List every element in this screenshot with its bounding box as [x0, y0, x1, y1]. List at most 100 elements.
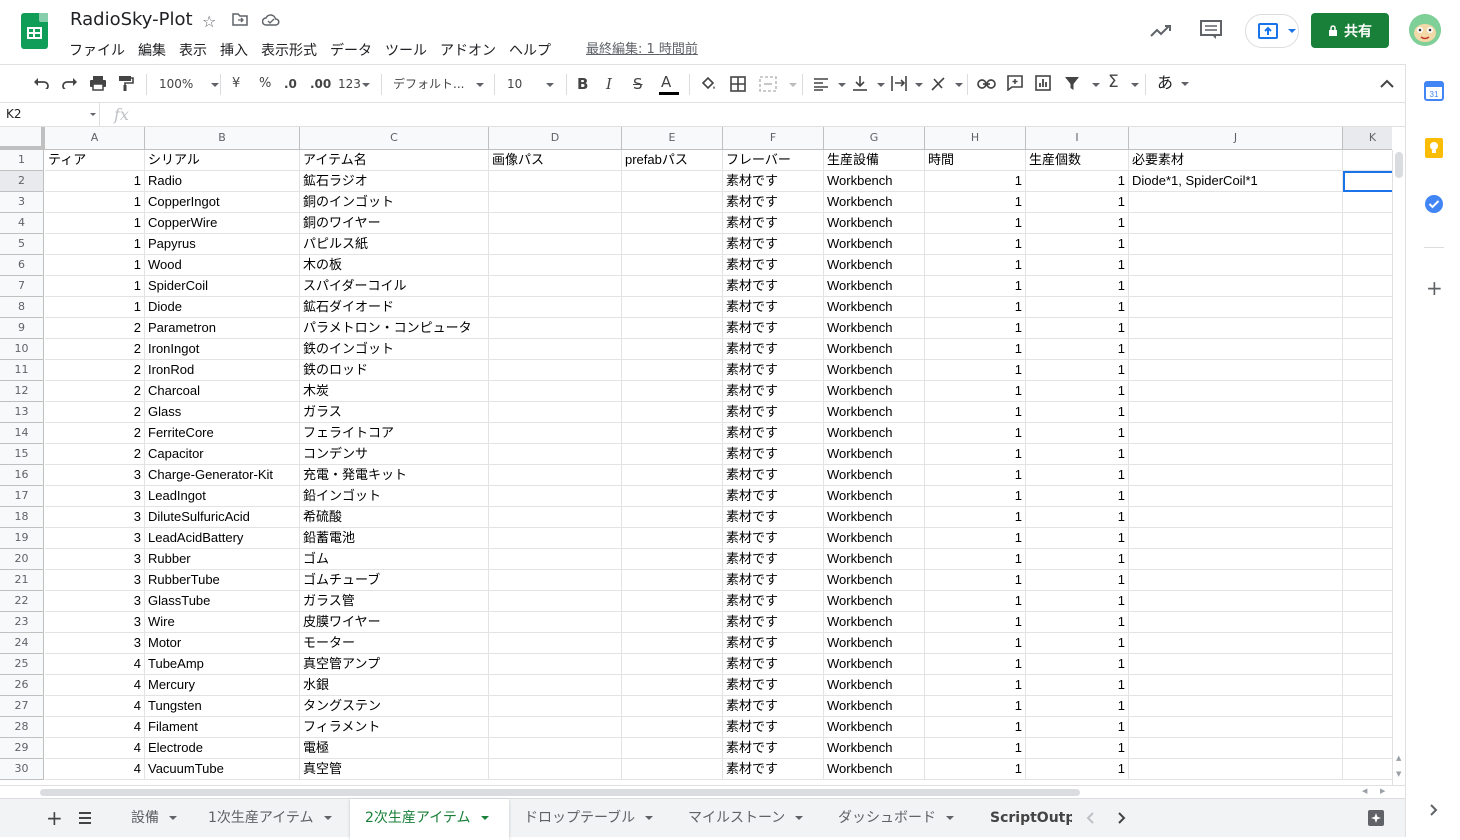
row-header[interactable]: 30 — [0, 759, 44, 780]
table-cell[interactable]: 1 — [1026, 633, 1129, 654]
font-family-select[interactable]: デフォルト... — [393, 73, 485, 95]
table-cell[interactable]: Workbench — [824, 234, 925, 255]
menu-item[interactable]: アドオン — [440, 40, 496, 60]
table-cell[interactable]: 1 — [1026, 465, 1129, 486]
column-header[interactable]: I — [1026, 127, 1129, 150]
table-cell[interactable]: Workbench — [824, 528, 925, 549]
table-cell[interactable] — [622, 297, 723, 318]
table-cell[interactable]: 1 — [1026, 402, 1129, 423]
table-cell[interactable]: Workbench — [824, 339, 925, 360]
table-cell[interactable]: 電極 — [300, 738, 489, 759]
table-cell[interactable]: 1 — [1026, 381, 1129, 402]
table-cell[interactable] — [622, 486, 723, 507]
row-header[interactable]: 6 — [0, 255, 44, 276]
menu-item[interactable]: ツール — [385, 40, 427, 60]
table-cell[interactable]: Workbench — [824, 255, 925, 276]
table-cell[interactable]: Workbench — [824, 192, 925, 213]
table-cell[interactable] — [489, 738, 622, 759]
table-cell[interactable]: FerriteCore — [145, 423, 300, 444]
table-cell[interactable]: 素材です — [723, 507, 824, 528]
table-cell[interactable]: 1 — [925, 486, 1026, 507]
table-cell[interactable]: 1 — [45, 297, 145, 318]
column-header[interactable]: H — [925, 127, 1026, 150]
table-cell[interactable] — [622, 381, 723, 402]
table-cell[interactable]: Workbench — [824, 276, 925, 297]
table-cell[interactable]: 3 — [45, 591, 145, 612]
table-cell[interactable]: 1 — [925, 255, 1026, 276]
table-cell[interactable]: Motor — [145, 633, 300, 654]
table-cell[interactable]: Wire — [145, 612, 300, 633]
zoom-select[interactable]: 100% — [159, 73, 220, 95]
table-cell[interactable]: 1 — [925, 570, 1026, 591]
table-cell[interactable]: 素材です — [723, 171, 824, 192]
all-sheets-icon[interactable] — [78, 812, 92, 824]
table-cell[interactable]: 鉛インゴット — [300, 486, 489, 507]
text-color-button[interactable]: A — [659, 72, 679, 95]
table-cell[interactable]: Wood — [145, 255, 300, 276]
row-header[interactable]: 4 — [0, 213, 44, 234]
table-cell[interactable]: 素材です — [723, 444, 824, 465]
table-cell[interactable] — [1343, 696, 1392, 717]
row-header[interactable]: 12 — [0, 381, 44, 402]
expand-side-panel-icon[interactable] — [1430, 804, 1438, 816]
table-cell[interactable]: CopperWire — [145, 213, 300, 234]
header-cell[interactable]: シリアル — [145, 150, 300, 171]
table-cell[interactable]: 1 — [925, 507, 1026, 528]
menu-item[interactable]: 表示 — [179, 40, 207, 60]
row-header[interactable]: 28 — [0, 717, 44, 738]
table-cell[interactable]: 素材です — [723, 360, 824, 381]
table-cell[interactable] — [489, 402, 622, 423]
table-cell[interactable]: 充電・発電キット — [300, 465, 489, 486]
row-header[interactable]: 26 — [0, 675, 44, 696]
table-cell[interactable]: 1 — [1026, 444, 1129, 465]
percent-format-button[interactable]: % — [259, 74, 271, 94]
table-cell[interactable] — [489, 591, 622, 612]
table-cell[interactable] — [622, 549, 723, 570]
table-cell[interactable]: タングステン — [300, 696, 489, 717]
row-header[interactable]: 23 — [0, 612, 44, 633]
table-cell[interactable] — [489, 633, 622, 654]
functions-button[interactable]: Σ — [1108, 72, 1119, 92]
scroll-right-arrow-icon[interactable]: ▶ — [1380, 787, 1385, 795]
table-cell[interactable] — [1343, 717, 1392, 738]
table-cell[interactable] — [1343, 339, 1392, 360]
horizontal-scrollbar[interactable]: ◀ ▶ — [0, 785, 1405, 798]
table-cell[interactable]: 鉄のインゴット — [300, 339, 489, 360]
menu-item[interactable]: ヘルプ — [509, 40, 551, 60]
table-cell[interactable]: Workbench — [824, 465, 925, 486]
table-cell[interactable]: IronRod — [145, 360, 300, 381]
table-cell[interactable]: Workbench — [824, 423, 925, 444]
table-cell[interactable] — [1343, 528, 1392, 549]
chevron-down-icon[interactable] — [169, 816, 177, 820]
activity-dashboard-icon[interactable] — [1150, 22, 1172, 42]
table-cell[interactable] — [622, 591, 723, 612]
table-cell[interactable] — [489, 528, 622, 549]
table-cell[interactable]: ガラス — [300, 402, 489, 423]
table-cell[interactable] — [622, 654, 723, 675]
more-formats-button[interactable]: 123 — [338, 74, 370, 94]
table-cell[interactable]: Workbench — [824, 675, 925, 696]
table-cell[interactable]: ガラス管 — [300, 591, 489, 612]
header-cell[interactable]: 必要素材 — [1129, 150, 1343, 171]
table-cell[interactable]: 1 — [925, 360, 1026, 381]
scroll-up-arrow-icon[interactable]: ▲ — [1396, 754, 1401, 762]
decrease-decimal-button[interactable]: .0 — [284, 74, 297, 94]
table-cell[interactable]: 素材です — [723, 591, 824, 612]
column-header[interactable]: J — [1129, 127, 1343, 150]
table-cell[interactable]: RubberTube — [145, 570, 300, 591]
table-cell[interactable]: 1 — [45, 255, 145, 276]
table-cell[interactable]: Workbench — [824, 717, 925, 738]
table-cell[interactable] — [1343, 423, 1392, 444]
table-cell[interactable] — [489, 276, 622, 297]
table-cell[interactable] — [489, 612, 622, 633]
table-cell[interactable]: Capacitor — [145, 444, 300, 465]
table-cell[interactable] — [1129, 696, 1343, 717]
table-cell[interactable]: 1 — [925, 192, 1026, 213]
chevron-down-icon[interactable] — [946, 816, 954, 820]
menu-item[interactable]: 編集 — [138, 40, 166, 60]
table-cell[interactable]: 鉱石ダイオード — [300, 297, 489, 318]
table-cell[interactable]: Workbench — [824, 738, 925, 759]
table-cell[interactable]: 1 — [925, 444, 1026, 465]
table-cell[interactable]: 1 — [1026, 423, 1129, 444]
table-cell[interactable]: Workbench — [824, 612, 925, 633]
